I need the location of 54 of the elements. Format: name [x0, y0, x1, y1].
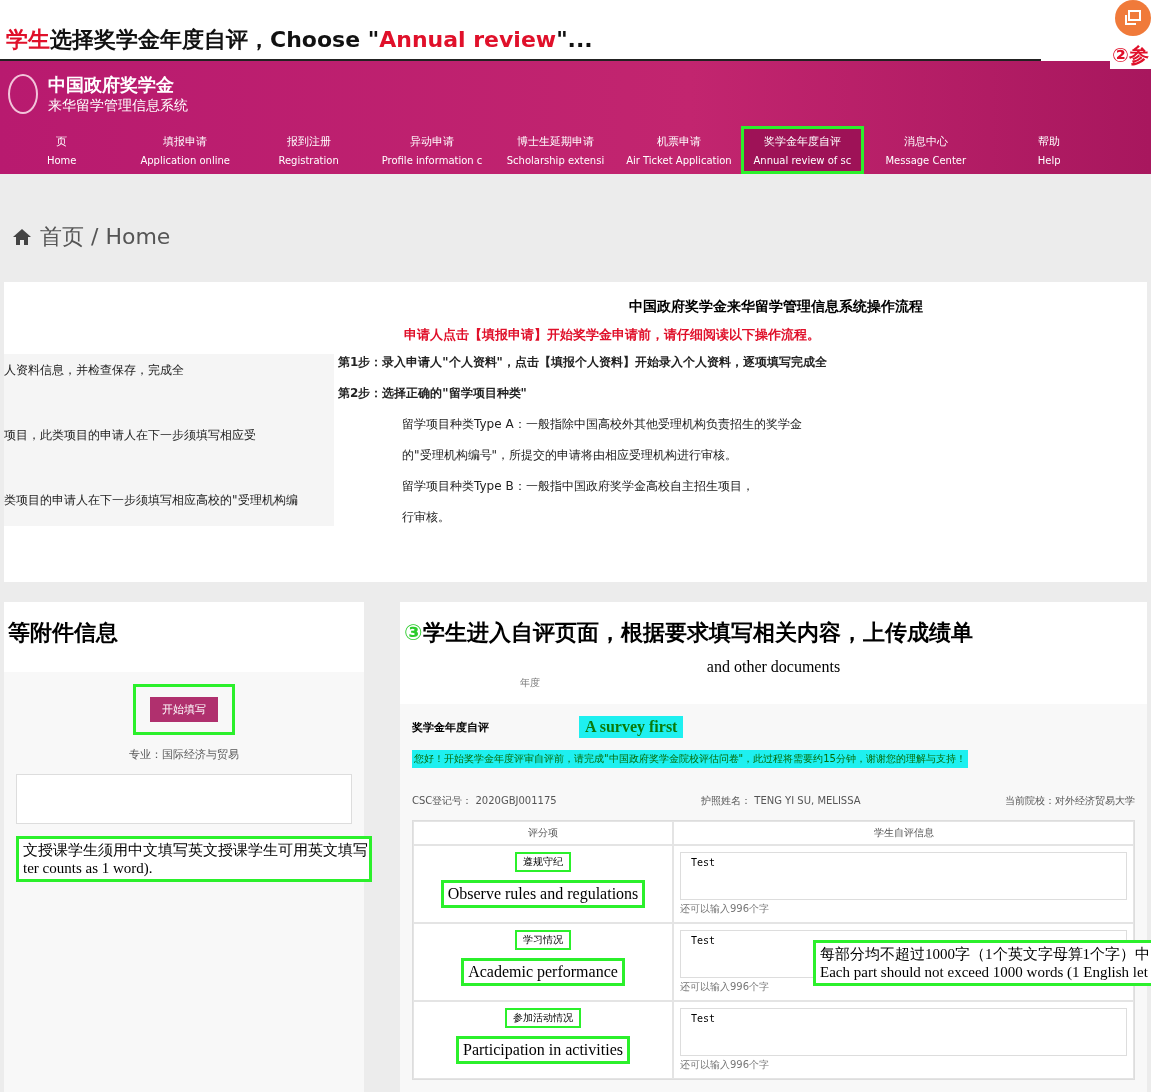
answer-box[interactable]: Test	[680, 852, 1127, 900]
guide-text: 人资料信息，并检查保存，完成全	[4, 362, 185, 379]
form-title: 奖学金年度自评	[412, 719, 489, 735]
nav-item[interactable]: 机票申请 Air Ticket Application	[617, 126, 741, 174]
step-label: ②参	[1110, 42, 1151, 69]
nav-item[interactable]: 消息中心 Message Center	[864, 126, 988, 174]
step-heading: 等附件信息	[7, 619, 119, 647]
remaining-count: 还可以输入996个字	[680, 902, 770, 916]
site-subtitle: 来华留学管理信息系统	[48, 96, 188, 115]
column-header: 评分项	[413, 821, 673, 845]
guide-step-text: 留学项目种类Type A：一般指除中国高校外其他受理机构负责招生的奖学金	[401, 416, 803, 433]
site-title: 中国政府奖学金	[48, 72, 175, 97]
logo-icon	[8, 73, 38, 114]
guide-step-text: 第2步：选择正确的"留学项目种类"	[338, 385, 528, 402]
guide-text: 项目，此类项目的申请人在下一步须填写相应受	[4, 427, 257, 444]
nav-item[interactable]: 博士生延期申请 Scholarship extensi	[493, 126, 618, 174]
guide-text: 类项目的申请人在下一步须填写相应高校的"受理机构编	[4, 492, 299, 509]
guide-step-text: 的"受理机构编号"，所提交的申请将由相应受理机构进行审核。	[401, 447, 739, 464]
nav-item[interactable]: 奖学金年度自评 Annual review of sc	[740, 126, 865, 174]
instruction-note: 文授课学生须用中文填写英文授课学生可用英文填写 ter counts as 1 word).	[16, 836, 372, 882]
step-title: 学生选择奖学金年度自评，Choose "Annual review"...	[6, 26, 593, 54]
nav-item[interactable]: 帮助 Help	[987, 126, 1111, 174]
guide-step-text: 行审核。	[401, 509, 451, 526]
nav-item[interactable]: 填报申请 Application online	[123, 126, 247, 174]
breadcrumb: 首页 / Home	[40, 223, 171, 251]
nav-item[interactable]: 页 Home	[0, 126, 124, 174]
guide-notice: 申请人点击【填报申请】开始奖学金申请前，请仔细阅读以下操作流程。	[404, 326, 821, 344]
limit-tooltip: 每部分均不超过1000字（1个英文字母算1个字）中 Each part should not exceed 1000 words (1 English let	[813, 940, 1151, 986]
passport-name: 护照姓名： TENG YI SU, MELISSA	[701, 794, 861, 808]
start-button[interactable]: 开始填写	[150, 697, 218, 722]
callout-label: A survey first	[579, 716, 684, 738]
guide-step-text: 第1步：录入申请人"个人资料"，点击【填报个人资料】开始录入个人资料，逐项填写完成全	[338, 354, 828, 371]
step-subheading: and other documents	[706, 658, 841, 676]
current-school: 当前院校：对外经济贸易大学	[1005, 794, 1135, 808]
item-label: 学习情况	[515, 930, 571, 950]
guide-title: 中国政府奖学金来华留学管理信息系统操作流程	[628, 298, 923, 316]
remaining-count: 还可以输入996个字	[680, 980, 770, 994]
home-icon	[12, 228, 32, 246]
guide-step-text: 留学项目种类Type B：一般指中国政府奖学金高校自主招生项目，	[401, 478, 755, 495]
csc-number: CSC登记号： 2020GBJ001175	[412, 794, 557, 808]
english-label: Participation in activities	[456, 1036, 630, 1064]
remaining-count: 还可以输入996个字	[680, 1058, 770, 1072]
english-label: Observe rules and regulations	[440, 880, 646, 908]
year-label: 年度	[519, 676, 540, 690]
item-label: 遵规守纪	[515, 852, 571, 872]
major-text: 专业：国际经济与贸易	[129, 747, 239, 762]
step-heading: ③学生进入自评页面，根据要求填写相关内容，上传成绩单	[403, 619, 974, 647]
nav-item[interactable]: 异动申请 Profile information c	[370, 126, 494, 174]
survey-notice: 您好！开始奖学金年度评审自评前，请完成"中国政府奖学金院校评估问卷"，此过程将需要约15分钟，谢谢您的理解与支持！	[412, 750, 968, 768]
item-label: 参加活动情况	[505, 1008, 581, 1028]
english-label: Academic performance	[461, 958, 625, 986]
nav-item[interactable]: 报到注册 Registration	[246, 126, 371, 174]
column-header: 学生自评信息	[673, 821, 1134, 845]
answer-box[interactable]: Test	[680, 1008, 1127, 1056]
